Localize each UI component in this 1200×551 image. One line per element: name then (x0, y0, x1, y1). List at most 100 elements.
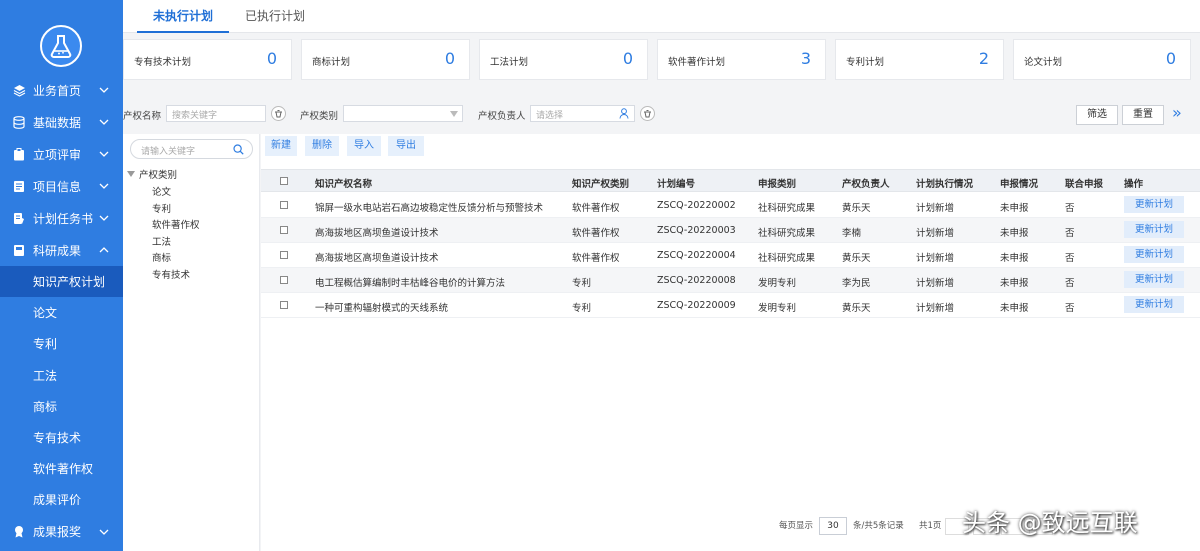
update-plan-button[interactable]: 更新计划 (1124, 296, 1184, 313)
cell-joint: 否 (1065, 203, 1075, 214)
update-plan-button[interactable]: 更新计划 (1124, 271, 1184, 288)
sidebar-sub-patents[interactable]: 专利 (0, 328, 123, 359)
clear-icon[interactable] (271, 106, 286, 121)
new-button[interactable]: 新建 (265, 136, 297, 156)
tree-node[interactable]: 专利 (152, 201, 171, 215)
cell-apply: 社科研究成果 (758, 228, 816, 239)
update-plan-button[interactable]: 更新计划 (1124, 246, 1184, 263)
row-checkbox[interactable] (280, 276, 288, 284)
stat-value: 0 (444, 49, 455, 68)
import-button[interactable]: 导入 (347, 136, 381, 156)
column-header[interactable]: 申报类别 (758, 176, 796, 190)
clear-icon[interactable] (640, 106, 655, 121)
cell-status: 未申报 (1000, 303, 1029, 314)
sidebar-sub-label: 专有技术 (33, 431, 82, 446)
sidebar-item-awards[interactable]: 成果报奖 (0, 516, 123, 548)
tree-node[interactable]: 软件著作权 (152, 217, 200, 231)
cell-type: 专利 (572, 303, 592, 314)
pager-per-page-label: 每页显示 (779, 521, 814, 531)
sidebar-sub-evaluation[interactable]: 成果评价 (0, 484, 123, 515)
pager-total: 条/共5条记录 (853, 521, 904, 531)
stat-label: 软件著作计划 (668, 57, 726, 68)
watermark-text: 头条 @致远互联 (962, 509, 1138, 537)
tree-root-node[interactable]: 产权类别 (127, 167, 177, 181)
owner-select-input[interactable]: 请选择 (530, 105, 635, 122)
expand-more-icon[interactable]: » (1172, 103, 1182, 122)
sidebar-sub-know-how[interactable]: 专有技术 (0, 422, 123, 453)
column-header[interactable]: 知识产权名称 (315, 176, 372, 190)
export-button[interactable]: 导出 (388, 136, 424, 156)
column-header[interactable]: 操作 (1124, 176, 1143, 190)
update-plan-button[interactable]: 更新计划 (1124, 196, 1184, 213)
column-header[interactable]: 产权负责人 (842, 176, 890, 190)
column-header[interactable]: 知识产权类别 (572, 176, 629, 190)
table-row[interactable]: 高海拔地区高坝鱼道设计技术 软件著作权 ZSCQ-20220003 社科研究成果… (261, 218, 1200, 243)
tree-root-label: 产权类别 (139, 170, 178, 181)
row-checkbox[interactable] (280, 226, 288, 234)
row-checkbox[interactable] (280, 251, 288, 259)
chevron-down-icon (99, 215, 109, 221)
table-header: 知识产权名称 知识产权类别 计划编号 申报类别 产权负责人 计划执行情况 申报情… (261, 169, 1200, 192)
column-header[interactable]: 联合申报 (1065, 176, 1103, 190)
column-header[interactable]: 计划编号 (657, 176, 695, 190)
tree-node[interactable]: 论文 (152, 184, 171, 198)
table-row[interactable]: 锦屏一级水电站岩石高边坡稳定性反馈分析与预警技术 软件著作权 ZSCQ-2022… (261, 193, 1200, 218)
reset-button[interactable]: 重置 (1122, 105, 1164, 125)
tab-executed-plans[interactable]: 已执行计划 (233, 0, 317, 33)
sidebar-item-research-results[interactable]: 科研成果 (0, 234, 123, 266)
cell-type: 软件著作权 (572, 228, 620, 239)
sidebar-sub-ip-plan[interactable]: 知识产权计划 (0, 266, 123, 298)
tree-search-input[interactable]: 请输入关键字 (130, 139, 253, 159)
column-header[interactable]: 申报情况 (1000, 176, 1038, 190)
table-row[interactable]: 电工程概估算编制时丰枯峰谷电价的计算方法 专利 ZSCQ-20220008 发明… (261, 268, 1200, 293)
caret-down-icon (127, 171, 135, 177)
sidebar-item-task-book[interactable]: 计划任务书 (0, 202, 123, 234)
pager-pages: 共1页 (919, 521, 942, 531)
filter-button[interactable]: 筛选 (1076, 105, 1118, 125)
cell-exec: 计划新增 (916, 303, 955, 314)
task-icon (12, 211, 26, 225)
sidebar-item-review[interactable]: 立项评审 (0, 138, 123, 170)
sidebar: 业务首页 基础数据 立项评审 项目信息 计划任务书 科研成果 知识产权计划 论文… (0, 0, 123, 551)
stat-card-software[interactable]: 软件著作计划 3 (657, 39, 826, 80)
tree-node[interactable]: 专有技术 (152, 267, 190, 281)
tab-pending-plans[interactable]: 未执行计划 (137, 0, 229, 33)
sidebar-sub-methods[interactable]: 工法 (0, 360, 123, 391)
cell-name: 电工程概估算编制时丰枯峰谷电价的计算方法 (315, 278, 506, 289)
sidebar-sub-trademarks[interactable]: 商标 (0, 391, 123, 422)
table-row[interactable]: 一种可重构辐射模式的天线系统 专利 ZSCQ-20220009 发明专利 黄乐天… (261, 293, 1200, 318)
cell-joint: 否 (1065, 253, 1075, 264)
delete-button[interactable]: 删除 (305, 136, 339, 156)
tree-node[interactable]: 商标 (152, 250, 171, 264)
update-plan-button[interactable]: 更新计划 (1124, 221, 1184, 238)
tree-search-placeholder: 请输入关键字 (141, 147, 196, 157)
column-header[interactable]: 计划执行情况 (916, 176, 973, 190)
name-search-input[interactable]: 搜索关键字 (166, 105, 266, 122)
stat-card-trademark[interactable]: 商标计划 0 (301, 39, 470, 80)
type-select[interactable] (343, 105, 463, 122)
chevron-down-icon (99, 87, 109, 93)
stat-card-patent[interactable]: 专利计划 2 (835, 39, 1004, 80)
cell-code: ZSCQ-20220003 (657, 225, 736, 236)
cell-name: 高海拔地区高坝鱼道设计技术 (315, 253, 439, 264)
row-checkbox[interactable] (280, 201, 288, 209)
chevron-down-icon (99, 151, 109, 157)
sidebar-sub-label: 知识产权计划 (33, 275, 106, 290)
stat-card-know-how[interactable]: 专有技术计划 0 (123, 39, 292, 80)
table-row[interactable]: 高海拔地区高坝鱼道设计技术 软件著作权 ZSCQ-20220004 社科研究成果… (261, 243, 1200, 268)
stat-card-method[interactable]: 工法计划 0 (479, 39, 648, 80)
row-checkbox[interactable] (280, 301, 288, 309)
book-icon (12, 243, 26, 257)
select-all-checkbox[interactable] (280, 177, 288, 185)
chevron-down-icon (99, 183, 109, 189)
per-page-input[interactable]: 30 (819, 517, 847, 535)
main-panel: 新建 删除 导入 导出 知识产权名称 知识产权类别 计划编号 申报类别 产权负责… (261, 134, 1200, 551)
sidebar-item-basic-data[interactable]: 基础数据 (0, 106, 123, 138)
sidebar-sub-software-copyright[interactable]: 软件著作权 (0, 453, 123, 484)
sidebar-sub-label: 成果评价 (33, 493, 82, 508)
sidebar-item-project-info[interactable]: 项目信息 (0, 170, 123, 202)
sidebar-item-home[interactable]: 业务首页 (0, 74, 123, 106)
sidebar-sub-papers[interactable]: 论文 (0, 297, 123, 328)
tree-node[interactable]: 工法 (152, 234, 171, 248)
stat-card-paper[interactable]: 论文计划 0 (1013, 39, 1191, 80)
